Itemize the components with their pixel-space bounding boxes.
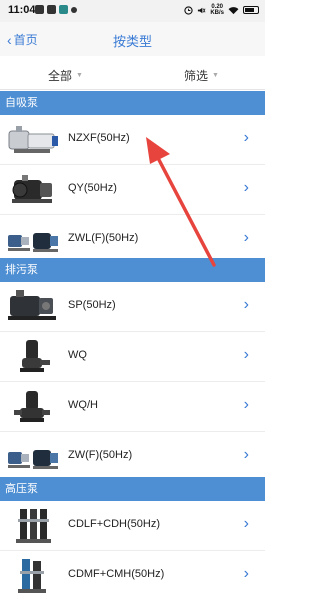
section-header-sewage: 排污泵: [0, 258, 265, 282]
pump-pair-icon: [8, 450, 58, 469]
product-row[interactable]: NZXF(50Hz) ›: [0, 115, 265, 165]
notification-icons: [35, 5, 77, 14]
product-label: CDMF+CMH(50Hz): [68, 568, 165, 580]
notification-icon: [35, 5, 44, 14]
self-priming-pump-icon: [8, 126, 58, 153]
filter-screen-dropdown[interactable]: 筛选 ▼: [184, 67, 219, 84]
product-label: CDLF+CDH(50Hz): [68, 518, 160, 530]
alarm-icon: [184, 5, 193, 15]
chevron-right-icon: ›: [243, 565, 249, 582]
chevron-right-icon: ›: [243, 179, 249, 196]
product-row[interactable]: SP(50Hz) ›: [0, 282, 265, 332]
pump-skid-icon: [8, 290, 56, 320]
page-title: 按类型: [112, 34, 152, 49]
filter-bar: 全部 ▼ 筛选 ▼: [0, 56, 265, 90]
pump-motor-icon: [12, 175, 52, 203]
product-row[interactable]: WQ/H ›: [0, 382, 265, 432]
chevron-right-icon: ›: [243, 515, 249, 532]
chevron-right-icon: ›: [243, 229, 249, 246]
product-label: ZW(F)(50Hz): [68, 449, 133, 461]
filter-all-dropdown[interactable]: 全部 ▼: [48, 67, 83, 84]
vertical-multistage-pump-icon: [18, 559, 46, 593]
chevron-right-icon: ›: [243, 129, 249, 146]
submersible-pump-icon: [20, 340, 50, 372]
product-label: NZXF(50Hz): [68, 132, 130, 144]
wifi-icon: [228, 6, 239, 14]
caret-down-icon: ▼: [76, 72, 83, 79]
vertical-multistage-pump-icon: [16, 509, 51, 543]
status-time: 11:04: [8, 4, 36, 16]
section-header-high-pressure: 高压泵: [0, 477, 265, 501]
product-row[interactable]: CDMF+CMH(50Hz) ›: [0, 551, 265, 599]
product-row[interactable]: QY(50Hz) ›: [0, 165, 265, 215]
product-row[interactable]: ZW(F)(50Hz) ›: [0, 432, 265, 482]
notification-icon: [71, 7, 77, 13]
mute-icon: [198, 7, 206, 13]
filter-screen-label: 筛选: [184, 69, 209, 83]
chevron-right-icon: ›: [243, 396, 249, 413]
status-bar: 11:04 0.20 KB/s: [0, 0, 265, 22]
product-label: SP(50Hz): [68, 299, 116, 311]
product-label: ZWL(F)(50Hz): [68, 232, 139, 244]
section-header-self-priming: 自吸泵: [0, 91, 265, 115]
notification-icon: [47, 5, 56, 14]
product-row[interactable]: WQ ›: [0, 332, 265, 382]
filter-all-label: 全部: [48, 69, 73, 83]
system-icons: 0.20 KB/s: [184, 4, 259, 16]
chevron-right-icon: ›: [243, 296, 249, 313]
product-row[interactable]: CDLF+CDH(50Hz) ›: [0, 501, 265, 551]
pump-pair-icon: [8, 233, 58, 252]
product-label: QY(50Hz): [68, 182, 117, 194]
network-speed: 0.20 KB/s: [210, 4, 224, 16]
notification-icon: [59, 5, 68, 14]
product-label: WQ/H: [68, 399, 98, 411]
chevron-right-icon: ›: [243, 346, 249, 363]
product-label: WQ: [68, 349, 87, 361]
chevron-right-icon: ›: [243, 446, 249, 463]
battery-icon: [243, 6, 259, 14]
caret-down-icon: ▼: [212, 72, 219, 79]
navigation-bar: ‹ 首页 按类型: [0, 22, 265, 56]
submersible-pump-icon: [14, 391, 50, 422]
